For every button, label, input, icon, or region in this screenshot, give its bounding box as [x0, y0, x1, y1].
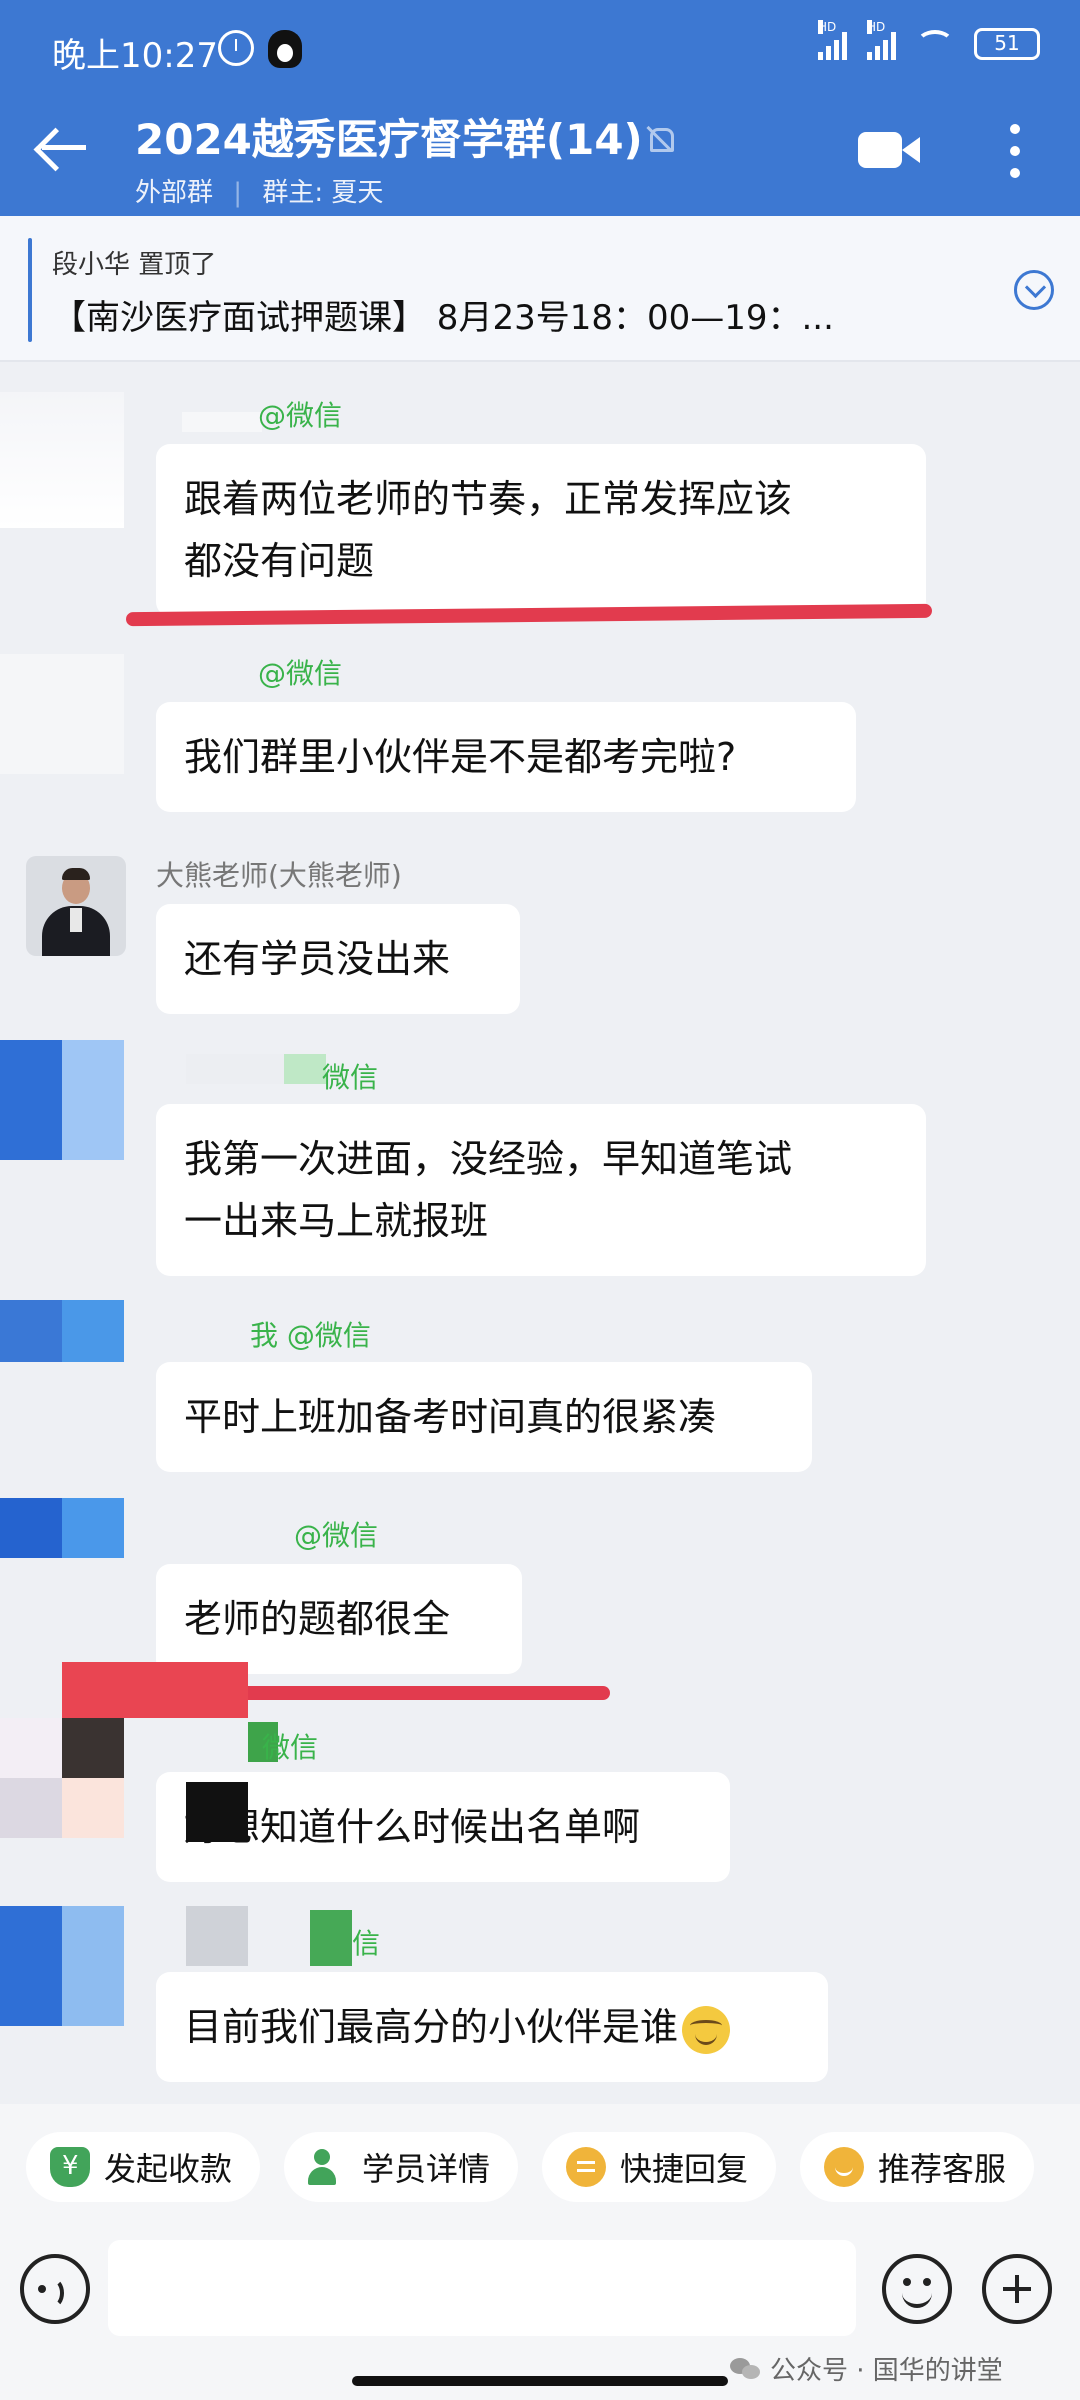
- message-bubble[interactable]: 平时上班加备考时间真的很紧凑: [156, 1362, 812, 1472]
- message-line: 老师的题都很全: [184, 1597, 451, 1641]
- group-owner: 群主: 夏天: [262, 178, 384, 208]
- signal-icon-2: HD: [867, 20, 896, 60]
- sender-name: 微信: [322, 1061, 379, 1094]
- mute-icon: [646, 124, 674, 152]
- pixelated-avatar: [0, 392, 124, 528]
- pixelated-avatar: [62, 1778, 124, 1838]
- quick-action-label: 学员详情: [362, 2150, 491, 2188]
- sender-name: 微信: [262, 1731, 319, 1764]
- hd-label-1: HD: [818, 20, 837, 34]
- pixelated-name: [182, 412, 262, 432]
- message-line: 好想知道什么时候出名单啊: [184, 1805, 641, 1849]
- chat-header: 晚上10:27 HD HD 51 2024越秀医疗督学群(14) 外部群 | 群…: [0, 0, 1080, 216]
- sender-name: @微信: [258, 399, 343, 432]
- smirk-face-icon: [682, 2005, 731, 2054]
- pin-accent-bar: [28, 238, 32, 342]
- pixelated-block: [62, 1662, 248, 1718]
- wifi-icon: [916, 30, 954, 58]
- message-line: 我们群里小伙伴是不是都考完啦?: [184, 735, 737, 779]
- group-type: 外部群: [135, 178, 214, 208]
- pixelated-avatar: [0, 1498, 124, 1558]
- status-right: HD HD 51: [818, 20, 1040, 60]
- recommend-service-button[interactable]: 推荐客服: [800, 2132, 1034, 2202]
- message-bubble[interactable]: 还有学员没出来: [156, 904, 520, 1014]
- wechat-icon: [730, 2356, 764, 2382]
- more-options-icon[interactable]: [1010, 124, 1022, 178]
- message-bubble[interactable]: 我第一次进面，没经验，早知道笔试 一出来马上就报班: [156, 1104, 926, 1276]
- emoji-icon[interactable]: [882, 2254, 952, 2324]
- quick-reply-icon: [566, 2147, 606, 2187]
- red-underline: [230, 1686, 610, 1700]
- message-line: 都没有问题: [184, 539, 375, 583]
- quick-action-label: 快捷回复: [620, 2150, 749, 2188]
- status-icons-left: [218, 30, 302, 68]
- sender-name: 我 @微信: [250, 1319, 371, 1352]
- message-text: 目前我们最高分的小伙伴是谁: [184, 2005, 679, 2049]
- message-line: 还有学员没出来: [184, 937, 451, 981]
- back-arrow-icon[interactable]: [34, 124, 90, 174]
- pixelated-name: [310, 1910, 352, 1966]
- home-indicator[interactable]: [352, 2376, 728, 2386]
- plus-icon[interactable]: [982, 2254, 1052, 2324]
- message-line: 目前我们最高分的小伙伴是谁: [184, 1996, 800, 2058]
- payment-icon: [50, 2147, 90, 2187]
- payment-button[interactable]: 发起收款: [26, 2132, 260, 2202]
- battery-icon: 51: [974, 28, 1040, 60]
- sender-name: @微信: [258, 657, 343, 690]
- watermark: 公众号 · 国华的讲堂: [730, 2350, 1003, 2387]
- input-bar: 公众号 · 国华的讲堂: [0, 2240, 1080, 2400]
- message-bubble[interactable]: 我们群里小伙伴是不是都考完啦?: [156, 702, 856, 812]
- pixelated-avatar: [62, 1718, 124, 1778]
- quick-action-label: 发起收款: [104, 2150, 233, 2188]
- pixelated-block: [186, 1782, 248, 1842]
- message-input[interactable]: [108, 2240, 856, 2336]
- pixelated-name: [186, 1906, 248, 1966]
- hd-label-2: HD: [867, 20, 886, 34]
- message-line: 跟着两位老师的节奏，正常发挥应该: [184, 477, 793, 521]
- quick-action-label: 推荐客服: [878, 2150, 1007, 2188]
- pinned-message[interactable]: 段小华 置顶了 【南沙医疗面试押题课】 8月23号18：00—19：...: [0, 216, 1080, 362]
- subtitle-separator: |: [233, 178, 243, 208]
- chevron-down-icon[interactable]: [1014, 270, 1054, 310]
- sender-name: 大熊老师(大熊老师): [156, 859, 402, 892]
- sender-name: @微信: [294, 1519, 379, 1552]
- message-line: 我第一次进面，没经验，早知道笔试: [184, 1137, 793, 1181]
- message-line: 平时上班加备考时间真的很紧凑: [184, 1395, 717, 1439]
- qq-penguin-icon: [268, 30, 302, 68]
- teacher-avatar[interactable]: [26, 856, 126, 956]
- pixelated-name: [186, 1054, 326, 1084]
- message-bubble[interactable]: 目前我们最高分的小伙伴是谁: [156, 1972, 828, 2082]
- quick-reply-button[interactable]: 快捷回复: [542, 2132, 776, 2202]
- user-detail-icon: [308, 2147, 348, 2187]
- message-bubble[interactable]: 老师的题都很全: [156, 1564, 522, 1674]
- quick-action-bar: 发起收款 学员详情 快捷回复 推荐客服: [0, 2104, 1080, 2240]
- signal-icon-1: HD: [818, 20, 847, 60]
- service-icon: [824, 2147, 864, 2187]
- group-title[interactable]: 2024越秀医疗督学群(14): [135, 106, 643, 167]
- pin-author: 段小华 置顶了: [52, 250, 217, 280]
- pixelated-avatar: [0, 1906, 124, 2026]
- group-subtitle: 外部群 | 群主: 夏天: [135, 172, 395, 209]
- watermark-text: 公众号 · 国华的讲堂: [770, 2356, 1003, 2386]
- pixelated-avatar: [0, 1300, 124, 1362]
- message-bubble[interactable]: 跟着两位老师的节奏，正常发挥应该 都没有问题: [156, 444, 926, 616]
- voice-input-icon[interactable]: [20, 2254, 90, 2324]
- sender-name: 信: [352, 1927, 381, 1960]
- video-call-icon[interactable]: [858, 132, 920, 168]
- message-line: 一出来马上就报班: [184, 1199, 489, 1243]
- pixelated-avatar: [0, 654, 124, 774]
- pixelated-avatar: [0, 1040, 124, 1160]
- status-bar: 晚上10:27 HD HD 51: [0, 0, 1080, 100]
- chat-area[interactable]: @微信 跟着两位老师的节奏，正常发挥应该 都没有问题 @微信 我们群里小伙伴是不…: [0, 364, 1080, 2104]
- status-time: 晚上10:27: [52, 36, 218, 76]
- alarm-icon: [218, 30, 254, 66]
- student-detail-button[interactable]: 学员详情: [284, 2132, 518, 2202]
- pin-text: 【南沙医疗面试押题课】 8月23号18：00—19：...: [52, 298, 834, 338]
